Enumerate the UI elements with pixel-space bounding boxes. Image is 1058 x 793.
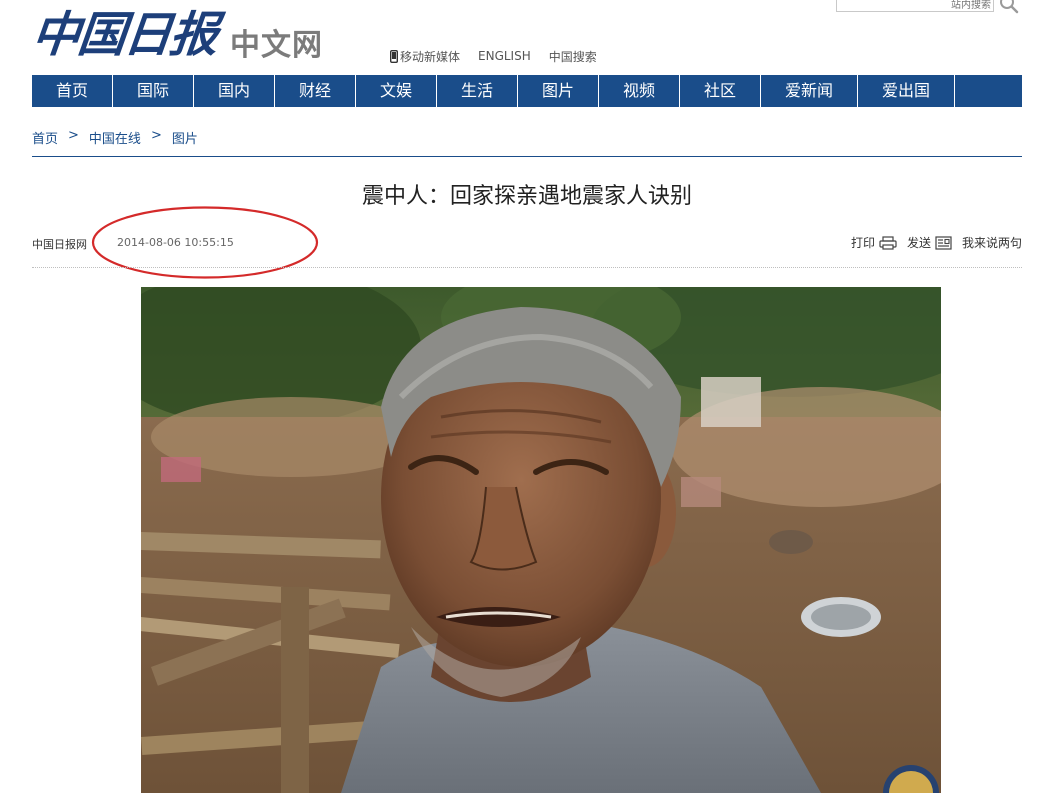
- comment-label: 我来说两句: [961, 236, 1022, 250]
- article-source[interactable]: 中国日报网: [32, 236, 87, 252]
- breadcrumb-china-online[interactable]: 中国在线: [89, 128, 141, 147]
- phone-icon: [390, 49, 398, 63]
- mobile-media-label: 移动新媒体: [400, 49, 461, 64]
- article-photo: [141, 287, 941, 793]
- article-tools: 打印 发送 我来说两句: [851, 234, 1022, 251]
- breadcrumb-divider: [32, 156, 1022, 157]
- english-link[interactable]: ENGLISH: [478, 49, 531, 63]
- meta-divider: [32, 267, 1022, 268]
- search-icon[interactable]: [999, 0, 1019, 14]
- send-icon: [935, 235, 952, 250]
- comment-button[interactable]: 我来说两句: [962, 234, 1022, 251]
- china-search-link[interactable]: 中国搜索: [549, 48, 597, 65]
- breadcrumb-home[interactable]: 首页: [32, 128, 58, 147]
- search-box[interactable]: [836, 0, 995, 15]
- print-button[interactable]: 打印: [851, 234, 897, 251]
- mobile-media-link[interactable]: 移动新媒体: [390, 48, 460, 65]
- nav-item-photos[interactable]: 图片: [518, 75, 599, 107]
- printer-icon: [879, 235, 897, 250]
- site-logo-subtitle: 中文网: [230, 28, 323, 63]
- nav-item-life[interactable]: 生活: [437, 75, 518, 107]
- main-nav: 首页 国际 国内 财经 文娱 生活 图片 视频 社区 爱新闻 爱出国: [32, 75, 1022, 107]
- breadcrumb-photos[interactable]: 图片: [172, 128, 198, 147]
- annotation-ellipse: [91, 206, 319, 279]
- nav-item-community[interactable]: 社区: [680, 75, 761, 107]
- breadcrumb: 首页 > 中国在线 > 图片: [32, 128, 198, 147]
- nav-item-video[interactable]: 视频: [599, 75, 680, 107]
- nav-item-i-news[interactable]: 爱新闻: [761, 75, 858, 107]
- breadcrumb-separator: >: [68, 128, 79, 143]
- nav-item-world[interactable]: 国际: [113, 75, 194, 107]
- breadcrumb-separator: >: [150, 128, 162, 143]
- nav-item-home[interactable]: 首页: [32, 75, 113, 107]
- nav-item-entertainment[interactable]: 文娱: [356, 75, 437, 107]
- site-logo[interactable]: 中国日报: [29, 4, 220, 66]
- nav-item-study-abroad[interactable]: 爱出国: [858, 75, 955, 107]
- send-button[interactable]: 发送: [907, 234, 952, 251]
- nav-item-finance[interactable]: 财经: [275, 75, 356, 107]
- search-input[interactable]: [837, 0, 995, 15]
- send-label: 发送: [906, 236, 931, 250]
- print-label: 打印: [850, 236, 875, 250]
- nav-item-china[interactable]: 国内: [194, 75, 275, 107]
- top-links: 移动新媒体 ENGLISH 中国搜索: [390, 46, 597, 66]
